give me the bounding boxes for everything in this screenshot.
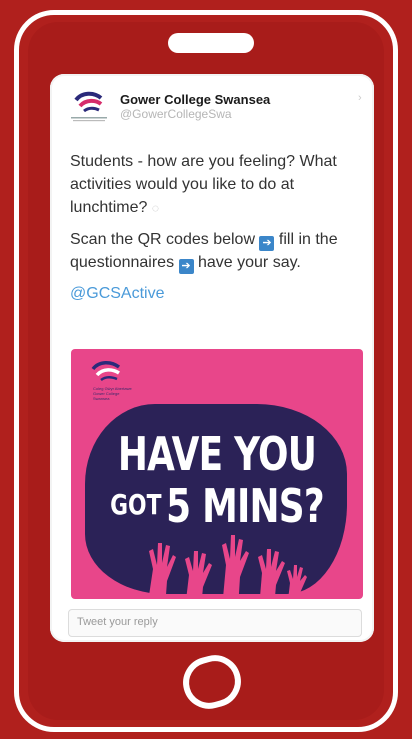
right-arrow-icon: ➔	[259, 236, 275, 251]
tweet-text: Students - how are you feeling? What act…	[70, 150, 370, 313]
right-arrow-icon: ➔	[178, 259, 194, 274]
tweet-image[interactable]: Coleg Gŵyr Abertawe Gower College Swanse…	[71, 349, 363, 599]
tweet-line-1: Students - how are you feeling? What act…	[70, 153, 337, 216]
poster-headline-small: GOT	[110, 488, 162, 521]
tweet-line-2c: have your say.	[197, 254, 301, 271]
poster-headline-top: HAVE YOU	[117, 427, 317, 481]
account-handle[interactable]: @GowerCollegeSwa	[120, 107, 270, 122]
speech-bubble-icon: ◌	[151, 201, 159, 215]
poster-headline-big: 5 MINS?	[166, 479, 325, 533]
reply-input[interactable]: Tweet your reply	[68, 609, 362, 637]
raised-hands-icon	[148, 535, 307, 599]
tweet-card: Gower College Swansea @GowerCollegeSwa ›…	[50, 74, 374, 642]
chevron-icon[interactable]: ›	[358, 92, 366, 104]
mention-link[interactable]: @GCSActive	[70, 285, 164, 302]
reply-placeholder: Tweet your reply	[77, 616, 158, 628]
phone-speaker	[168, 33, 254, 53]
tweet-header: Gower College Swansea @GowerCollegeSwa	[68, 88, 270, 126]
poster-logo-text: Coleg Gŵyr Abertawe Gower College Swanse…	[93, 386, 132, 401]
college-logo-icon[interactable]	[68, 88, 110, 126]
account-name[interactable]: Gower College Swansea	[120, 92, 270, 108]
tweet-line-2a: Scan the QR codes below	[70, 231, 255, 248]
poster-headline-bottom: GOT 5 MINS?	[103, 479, 331, 533]
